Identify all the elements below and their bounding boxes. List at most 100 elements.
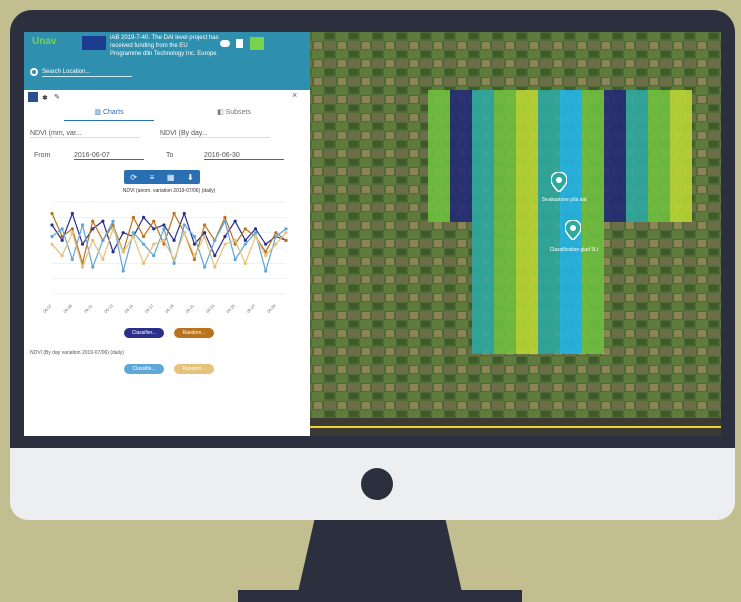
heatmap-cell bbox=[604, 134, 626, 156]
heatmap-cell bbox=[626, 90, 648, 112]
data-point bbox=[192, 254, 197, 258]
to-date-input[interactable]: 2016-06-30 bbox=[204, 152, 284, 160]
data-point bbox=[162, 227, 166, 231]
data-point bbox=[70, 211, 74, 216]
data-point bbox=[253, 231, 258, 235]
data-point bbox=[141, 215, 146, 219]
close-icon[interactable]: × bbox=[292, 90, 297, 100]
ndvi-line-chart[interactable]: 06-07 06-09 06-11 06-13 06-15 06-17 06-19 06-21… bbox=[24, 194, 310, 318]
square-icon[interactable] bbox=[28, 92, 38, 102]
heatmap-cell bbox=[494, 112, 516, 134]
heatmap-cell bbox=[648, 90, 670, 112]
settings-icon[interactable]: ✱ bbox=[42, 94, 48, 102]
data-point bbox=[233, 219, 237, 223]
data-point bbox=[152, 254, 156, 258]
series-select-right[interactable]: NDVI (By day... bbox=[160, 130, 270, 138]
legend-button-3[interactable]: Classifie... bbox=[124, 364, 164, 374]
data-point bbox=[121, 231, 125, 235]
heatmap-cell bbox=[450, 90, 472, 112]
heatmap-cell bbox=[472, 222, 494, 244]
menu-icon[interactable]: ≡ bbox=[150, 173, 155, 182]
heatmap-cell bbox=[472, 178, 494, 200]
map-marker-1[interactable] bbox=[550, 171, 568, 197]
data-point bbox=[50, 211, 54, 216]
data-point bbox=[152, 242, 156, 246]
data-point bbox=[243, 238, 247, 242]
heatmap-cell bbox=[428, 200, 450, 222]
heatmap-cell bbox=[582, 90, 604, 112]
heatmap-cell bbox=[472, 244, 494, 266]
legend-button-1[interactable]: Classifier... bbox=[124, 328, 164, 338]
heatmap-cell bbox=[472, 266, 494, 288]
heatmap-cell bbox=[516, 266, 538, 288]
data-point bbox=[203, 231, 207, 235]
x-tick-label: 06-15 bbox=[123, 303, 134, 314]
heatmap-cell bbox=[494, 310, 516, 332]
chart2-subtitle: NDVI (By day variation 2019-07/06) (dail… bbox=[30, 350, 124, 356]
edit-icon[interactable]: ✎ bbox=[54, 93, 60, 101]
users-icon[interactable] bbox=[250, 37, 264, 50]
series-select-left[interactable]: NDVI (mm, var... bbox=[30, 130, 140, 138]
heatmap-cell bbox=[450, 200, 472, 222]
data-point bbox=[111, 250, 115, 254]
heatmap-cell bbox=[450, 112, 472, 134]
x-tick-label: 06-19 bbox=[164, 303, 175, 314]
table-icon[interactable]: ▦ bbox=[167, 173, 175, 182]
power-button bbox=[361, 468, 393, 500]
heatmap-cell bbox=[494, 178, 516, 200]
data-point bbox=[60, 234, 64, 239]
data-point bbox=[223, 215, 227, 219]
bookmark-icon[interactable] bbox=[236, 39, 243, 48]
heatmap-cell bbox=[472, 134, 494, 156]
marker-2-label: Classification glad 5Lt bbox=[549, 247, 599, 253]
from-label: From bbox=[34, 152, 51, 159]
refresh-icon[interactable]: ⟳ bbox=[130, 173, 137, 182]
search-input[interactable]: Search Location... bbox=[42, 68, 132, 77]
x-tick-label: 06-09 bbox=[62, 303, 73, 314]
legend-button-2[interactable]: Random... bbox=[174, 328, 214, 338]
heatmap-cell bbox=[450, 156, 472, 178]
cloud-icon[interactable] bbox=[220, 40, 230, 47]
legend-button-4-label: Random... bbox=[182, 366, 206, 372]
heatmap-cell bbox=[538, 266, 560, 288]
monitor-neck bbox=[298, 520, 462, 592]
data-point bbox=[121, 269, 125, 273]
heatmap-cell bbox=[670, 112, 692, 134]
tab-charts[interactable]: ▥ Charts bbox=[64, 108, 154, 121]
data-point bbox=[80, 223, 85, 227]
data-point bbox=[50, 234, 54, 239]
heatmap-cell bbox=[538, 310, 560, 332]
heatmap-cell bbox=[560, 288, 582, 310]
legend-button-4[interactable]: Random... bbox=[174, 364, 214, 374]
legend-button-1-label: Classifier... bbox=[131, 330, 157, 336]
heatmap-cell bbox=[428, 112, 450, 134]
app-logo: Unav bbox=[32, 36, 57, 47]
data-point bbox=[192, 257, 197, 262]
data-point bbox=[274, 231, 278, 235]
map-marker-2[interactable] bbox=[564, 219, 582, 245]
data-point bbox=[192, 242, 197, 246]
data-point bbox=[152, 227, 156, 231]
heatmap-cell bbox=[450, 134, 472, 156]
heatmap-cell bbox=[472, 288, 494, 310]
heatmap-cell bbox=[516, 332, 538, 354]
heatmap-cell bbox=[494, 200, 516, 222]
data-point bbox=[203, 223, 207, 227]
chart-toolbar: ⟳ ≡ ▦ ⬇ bbox=[124, 170, 200, 184]
heatmap-cell bbox=[604, 112, 626, 134]
data-point bbox=[243, 261, 247, 265]
heatmap-cell bbox=[538, 332, 560, 354]
from-date-input[interactable]: 2016-06-07 bbox=[74, 152, 144, 160]
data-point bbox=[182, 231, 186, 235]
data-point bbox=[203, 234, 207, 239]
heatmap-cell bbox=[472, 112, 494, 134]
data-point bbox=[60, 254, 64, 258]
heatmap-cell bbox=[428, 156, 450, 178]
heatmap-cell bbox=[560, 310, 582, 332]
map-pin-icon bbox=[550, 171, 568, 193]
tab-subsets-label: Subsets bbox=[225, 109, 251, 116]
download-icon[interactable]: ⬇ bbox=[187, 173, 194, 182]
data-point bbox=[162, 223, 166, 227]
tab-subsets[interactable]: ◧ Subsets bbox=[204, 108, 264, 120]
data-point bbox=[172, 261, 176, 265]
